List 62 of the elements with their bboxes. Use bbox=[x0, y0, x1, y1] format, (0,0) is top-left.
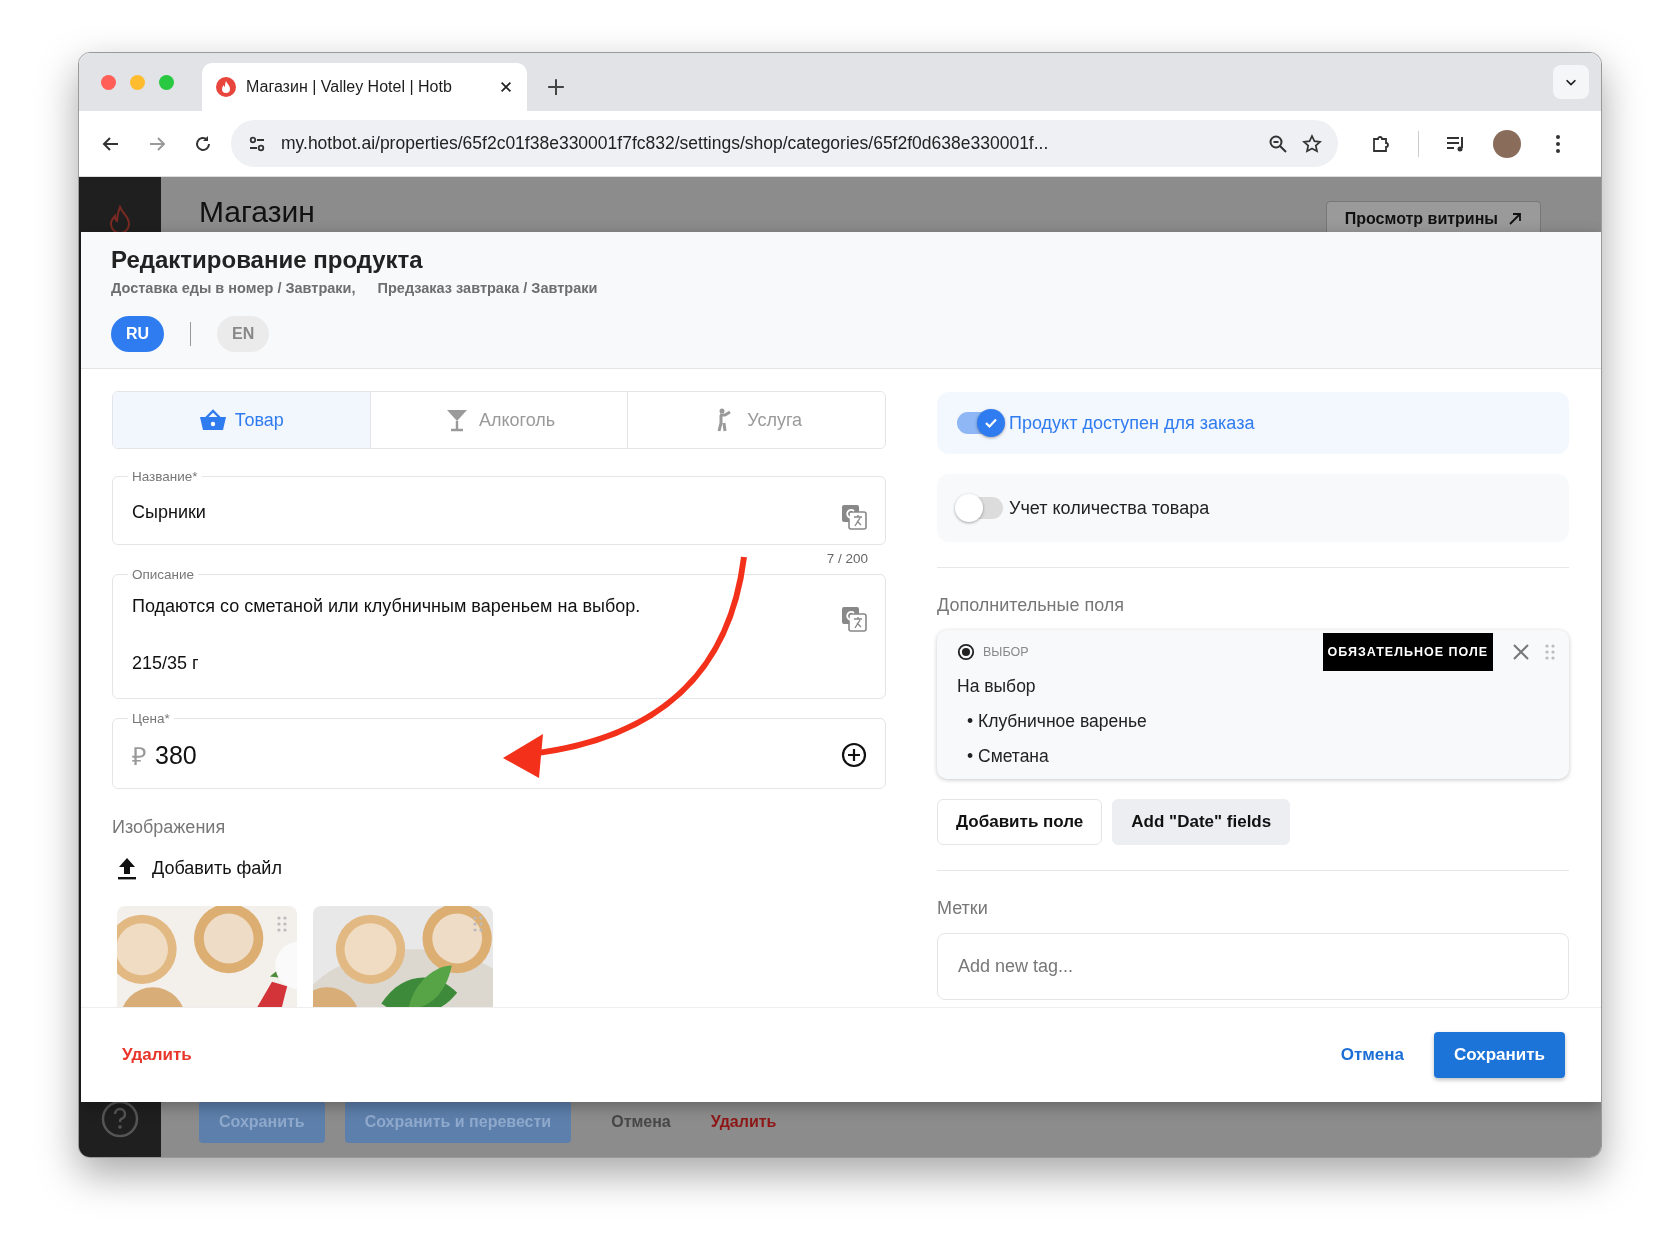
name-field[interactable]: Название* Сырники bbox=[112, 469, 886, 545]
page-title: Магазин bbox=[199, 195, 316, 229]
page-action-button[interactable]: Отмена bbox=[591, 1101, 691, 1143]
add-icon[interactable] bbox=[841, 742, 867, 768]
drag-handle-icon[interactable] bbox=[277, 916, 287, 932]
field-option: • Клубничное варенье bbox=[967, 711, 1555, 732]
price-field[interactable]: Цена* ₽ 380 bbox=[112, 711, 886, 789]
breadcrumb: Доставка еды в номер / Завтраки, bbox=[111, 280, 356, 296]
currency-sign: ₽ bbox=[132, 741, 147, 772]
section-title: Дополнительные поля bbox=[937, 595, 1126, 616]
description-text: 215/35 г bbox=[132, 653, 200, 674]
tab-title: Магазин | Valley Hotel | Hotb bbox=[246, 78, 453, 96]
add-file-button[interactable]: Добавить файл bbox=[112, 856, 282, 880]
translate-icon[interactable] bbox=[841, 504, 867, 530]
add-field-button[interactable]: Add "Date" fields bbox=[1112, 799, 1291, 845]
avatar[interactable] bbox=[1493, 129, 1521, 158]
field-value: 380 bbox=[155, 740, 198, 770]
save-button[interactable]: Сохранить bbox=[1433, 1032, 1565, 1078]
translate-icon[interactable] bbox=[841, 606, 867, 632]
close-icon[interactable] bbox=[499, 80, 513, 94]
field-title: На выбор bbox=[957, 676, 1037, 697]
cancel-button[interactable]: Отмена bbox=[1340, 1045, 1404, 1065]
toggle-label: Учет количества товара bbox=[1009, 497, 1210, 519]
zoom-icon[interactable] bbox=[1268, 133, 1288, 154]
product-type-tab[interactable]: Услуга bbox=[627, 392, 885, 448]
delete-button[interactable]: Удалить bbox=[122, 1045, 192, 1065]
language-tab[interactable]: RU bbox=[111, 316, 165, 352]
page-action-button[interactable]: Удалить bbox=[710, 1101, 797, 1143]
drag-handle-icon[interactable] bbox=[473, 916, 483, 932]
add-field-button[interactable]: Добавить поле bbox=[937, 799, 1103, 845]
character-counter: 7 / 200 bbox=[826, 551, 868, 566]
language-tab[interactable]: EN bbox=[217, 316, 270, 352]
product-type-tab[interactable]: Товар bbox=[113, 392, 370, 448]
tag-input[interactable]: Add new tag... bbox=[937, 933, 1569, 1000]
description-text: Подаются со сметаной или клубничным вареньем на выбор. bbox=[132, 596, 642, 617]
toggle-switch[interactable] bbox=[957, 497, 1003, 519]
field-label: Название* bbox=[131, 469, 199, 484]
toggle-label: Продукт доступен для заказа bbox=[1009, 412, 1255, 434]
new-tab-icon[interactable] bbox=[547, 78, 565, 96]
upload-icon bbox=[116, 856, 138, 880]
field-value: Сырники bbox=[132, 501, 207, 523]
help-icon[interactable] bbox=[100, 1099, 140, 1139]
modal-title: Редактирование продукта bbox=[111, 246, 424, 274]
field-label: Цена* bbox=[131, 711, 171, 726]
field-type: ВЫБОР bbox=[983, 645, 1029, 659]
star-icon[interactable] bbox=[1302, 133, 1322, 154]
required-badge: ОБЯЗАТЕЛЬНОЕ ПОЛЕ bbox=[1322, 633, 1493, 671]
basket-icon bbox=[198, 408, 227, 432]
field-label: Описание bbox=[131, 567, 196, 582]
field-option: • Сметана bbox=[967, 746, 1555, 767]
flame-icon[interactable] bbox=[108, 205, 132, 235]
drag-handle-icon[interactable] bbox=[1545, 644, 1555, 660]
toggle-switch[interactable] bbox=[957, 412, 1003, 434]
browser-tab[interactable]: Магазин | Valley Hotel | Hotb bbox=[202, 63, 527, 111]
section-title: Метки bbox=[937, 898, 989, 919]
description-field[interactable]: Описание Подаются со сметаной или клубничным вареньем на выбор. 215/35 г bbox=[112, 567, 886, 699]
address-bar[interactable]: my.hotbot.ai/properties/65f2c01f38e330001f7fc832/settings/shop/categories/65f2f0d638e330001f... bbox=[231, 120, 1338, 167]
radio-icon bbox=[957, 643, 975, 661]
breadcrumb: Предзаказ завтрака / Завтраки bbox=[377, 280, 598, 296]
section-title: Изображения bbox=[112, 817, 227, 838]
flame-icon bbox=[216, 77, 236, 97]
external-link-icon bbox=[1508, 212, 1522, 226]
